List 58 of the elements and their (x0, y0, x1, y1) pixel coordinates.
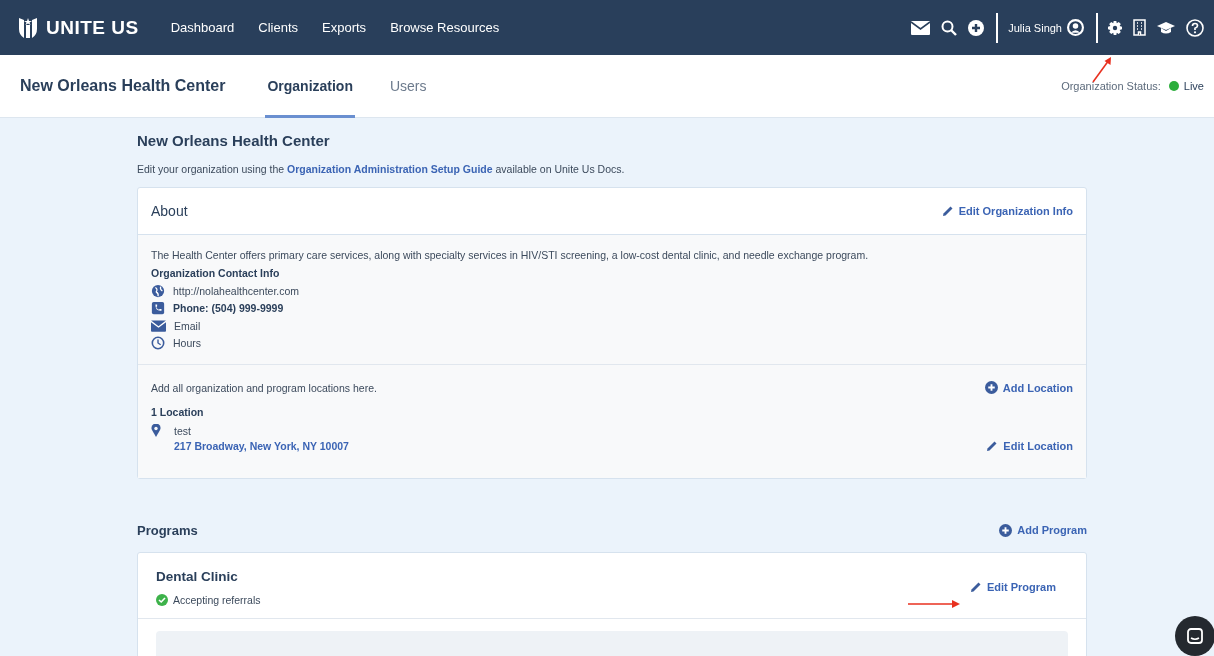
clock-icon (151, 336, 165, 351)
contact-text: Hours (173, 337, 201, 350)
pencil-icon (969, 581, 982, 593)
annotation-arrow (908, 598, 960, 610)
intro-text: available on Unite Us Docs. (494, 163, 625, 175)
envelope-icon (151, 319, 166, 332)
status-label: Organization Status: (1061, 80, 1161, 92)
logo-text[interactable]: UNITE US (46, 16, 139, 39)
search-icon[interactable] (941, 19, 958, 36)
help-icon[interactable] (1186, 18, 1204, 37)
pencil-icon (941, 205, 954, 217)
user-name[interactable]: Julia Singh (1008, 21, 1062, 34)
settings-icon[interactable] (1108, 20, 1122, 35)
chat-launcher[interactable] (1175, 616, 1214, 656)
card-title: About (151, 203, 188, 219)
pencil-icon (986, 439, 999, 452)
nav-link[interactable]: Exports (322, 20, 367, 35)
tab[interactable]: Users (387, 54, 429, 118)
location-name: test (174, 424, 191, 437)
plus-circle-icon (984, 381, 998, 394)
contact-text: http://nolahealthcenter.com (173, 284, 300, 297)
status-value: Live (1183, 80, 1204, 92)
graduation-cap-icon[interactable] (1157, 20, 1175, 35)
program-status: Accepting referrals (173, 593, 261, 606)
edit-program-button[interactable]: Edit Program (969, 581, 1056, 593)
location-count: 1 Location (151, 406, 205, 418)
contact-text: Email (174, 319, 201, 332)
phone-icon (151, 301, 165, 316)
description-text: The Health Center offers primary care services, along with specialty services in HIV/STI screening, a low-cost dental clinic, and needle exchange program. (151, 249, 870, 261)
globe-icon (151, 283, 165, 298)
edit-location-button[interactable]: Edit Location (986, 439, 1073, 452)
status-dot (1168, 81, 1179, 91)
building-icon[interactable] (1133, 19, 1146, 36)
contact-text: Phone: (504) 999-9999 (173, 302, 284, 315)
chat-icon[interactable] (1187, 628, 1203, 644)
mail-icon[interactable] (911, 20, 931, 35)
annotation-arrow (1091, 57, 1113, 83)
section-title: Programs (137, 522, 198, 538)
edit-organization-button[interactable]: Edit Organization Info (941, 205, 1073, 217)
intro-text: Edit your organization using the (137, 163, 286, 175)
user-avatar-icon[interactable] (1067, 19, 1084, 36)
locations-hint: Add all organization and program locations here. (151, 381, 377, 394)
contact-title: Organization Contact Info (151, 267, 281, 279)
add-location-button[interactable]: Add Location (984, 381, 1073, 394)
guide-link[interactable]: Organization Administration Setup Guide (287, 163, 493, 175)
address-link[interactable]: 217 Broadway, New York, NY 10007 (174, 439, 349, 452)
logo-icon (18, 16, 38, 39)
map-pin-icon (151, 424, 161, 438)
nav-link[interactable]: Browse Resources (390, 20, 500, 35)
add-program-button[interactable]: Add Program (999, 523, 1087, 537)
tab[interactable]: Organization (265, 54, 355, 118)
page-title: New Orleans Health Center (137, 132, 331, 149)
plus-circle-icon (999, 523, 1013, 537)
program-name: Dental Clinic (156, 568, 239, 584)
nav-link[interactable]: Clients (258, 20, 299, 35)
add-icon[interactable] (968, 19, 985, 36)
nav-link[interactable]: Dashboard (170, 20, 235, 35)
organization-name: New Orleans Health Center (20, 77, 226, 95)
